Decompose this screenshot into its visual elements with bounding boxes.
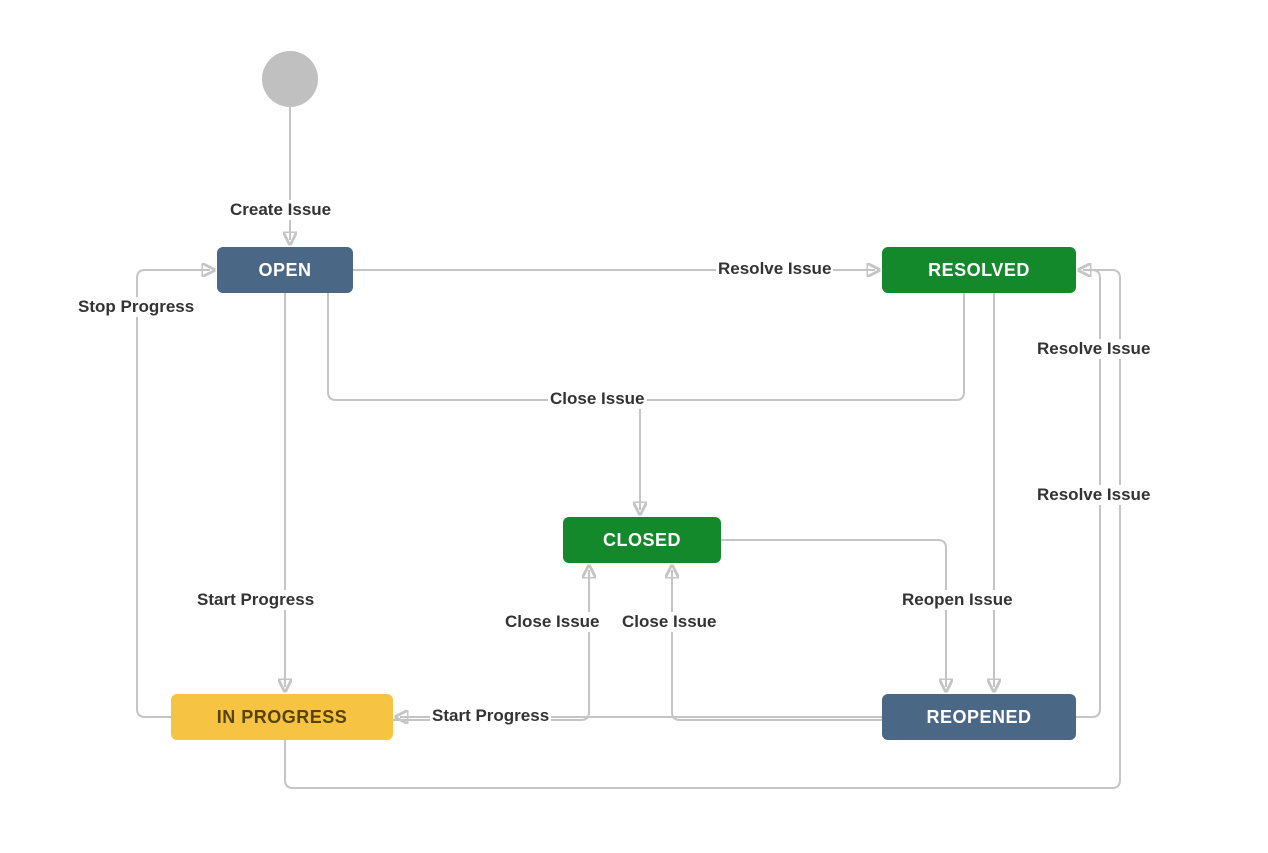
start-node — [262, 51, 318, 107]
edge-label-close-issue-reopened: Close Issue — [620, 612, 719, 632]
state-resolved: RESOLVED — [882, 247, 1076, 293]
state-label: REOPENED — [926, 707, 1031, 728]
edge-label-close-issue-inprog: Close Issue — [503, 612, 602, 632]
edge-label-start-progress-reopen: Start Progress — [430, 706, 551, 726]
state-in-progress: IN PROGRESS — [171, 694, 393, 740]
edge-label-close-issue-top: Close Issue — [548, 389, 647, 409]
edge-label-start-progress-open: Start Progress — [195, 590, 316, 610]
edge-label-resolve-issue-reopen: Resolve Issue — [1035, 339, 1152, 359]
edge-label-resolve-issue-inprog: Resolve Issue — [1035, 485, 1152, 505]
state-closed: CLOSED — [563, 517, 721, 563]
workflow-diagram: OPEN RESOLVED CLOSED IN PROGRESS REOPENE… — [0, 0, 1268, 853]
edge-label-reopen-issue: Reopen Issue — [900, 590, 1015, 610]
edge-label-resolve-issue-open: Resolve Issue — [716, 259, 833, 279]
state-label: OPEN — [258, 260, 311, 281]
edge-label-create-issue: Create Issue — [228, 200, 333, 220]
state-label: IN PROGRESS — [217, 707, 348, 728]
state-label: RESOLVED — [928, 260, 1030, 281]
state-label: CLOSED — [603, 530, 681, 551]
state-open: OPEN — [217, 247, 353, 293]
state-reopened: REOPENED — [882, 694, 1076, 740]
edge-label-stop-progress: Stop Progress — [76, 297, 196, 317]
